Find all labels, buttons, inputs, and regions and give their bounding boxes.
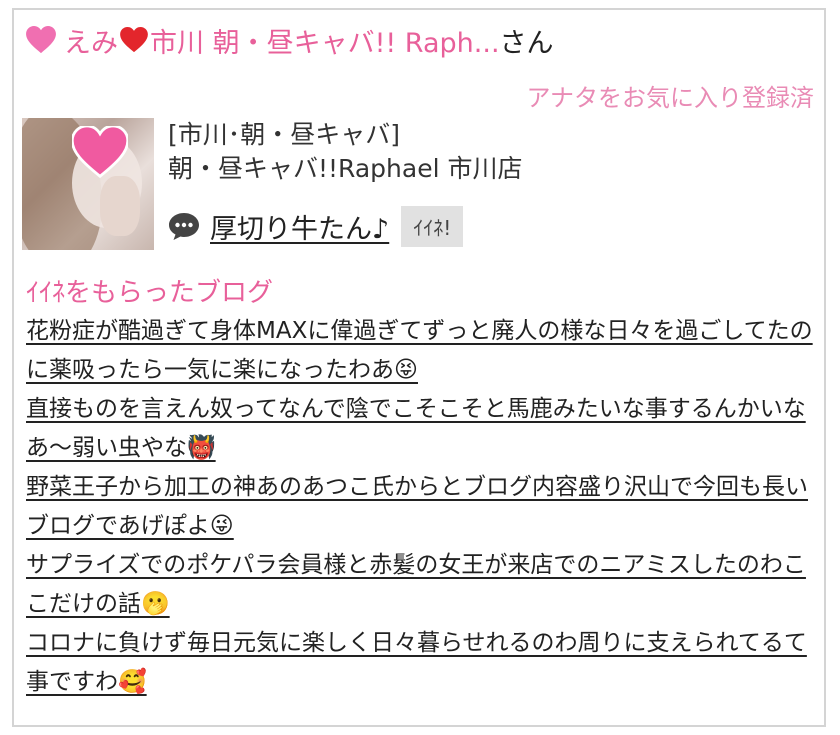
blog-link[interactable]: 野菜王子から加工の神あのあつこ氏からとブログ内容盛り沢山で今回も長いブログであげ… <box>26 468 816 546</box>
heart-sticker-icon <box>72 126 128 178</box>
honorific-suffix: さん <box>499 27 554 59</box>
heart-icon <box>26 26 56 54</box>
card-header[interactable]: えみ 市川 朝・昼キャバ!! Raph... さん <box>26 20 554 60</box>
cast-shop-short[interactable]: 市川 朝・昼キャバ!! Raph... <box>150 21 500 60</box>
liked-blogs-list: 花粉症が酷過ぎて身体MAXに偉過ぎてずっと廃人の様な日々を過ごしてたのに薬吸った… <box>26 312 816 702</box>
blog-link[interactable]: 花粉症が酷過ぎて身体MAXに偉過ぎてずっと廃人の様な日々を過ごしてたのに薬吸った… <box>26 312 816 390</box>
shop-area: [市川･朝・昼キャバ] <box>168 120 401 149</box>
shop-name: 朝・昼キャバ!!Raphael 市川店 <box>168 154 523 183</box>
blog-link[interactable]: 直接ものを言えん奴ってなんで陰でこそこそと馬鹿みたいな事するんかいなあ～弱い虫や… <box>26 390 816 468</box>
blog-link[interactable]: サプライズでのポケパラ会員様と赤髪の女王が来店でのニアミスしたのわここだけの話🫢 <box>26 546 816 624</box>
speech-bubble-icon <box>169 213 199 240</box>
profile-card: えみ 市川 朝・昼キャバ!! Raph... さん アナタをお気に入り登録済 [… <box>12 8 826 727</box>
avatar[interactable] <box>22 118 154 250</box>
blog-link[interactable]: コロナに負けず毎日元気に楽しく日々暮らせれるのわ周りに支えられてるて事ですわ🥰 <box>26 624 816 702</box>
liked-blogs-heading: ｲｲﾈをもらったブログ <box>26 278 274 308</box>
cast-message-link[interactable]: 厚切り牛たん♪ <box>210 207 389 246</box>
iine-button[interactable]: ｲｲﾈ! <box>401 205 464 247</box>
cast-name[interactable]: えみ <box>64 21 118 60</box>
shop-info: [市川･朝・昼キャバ] 朝・昼キャバ!!Raphael 市川店 <box>168 118 523 186</box>
favorite-status: アナタをお気に入り登録済 <box>526 84 814 112</box>
message-row: 厚切り牛たん♪ ｲｲﾈ! <box>168 205 464 247</box>
red-heart-icon <box>120 27 148 53</box>
avatar-hand <box>100 176 140 236</box>
